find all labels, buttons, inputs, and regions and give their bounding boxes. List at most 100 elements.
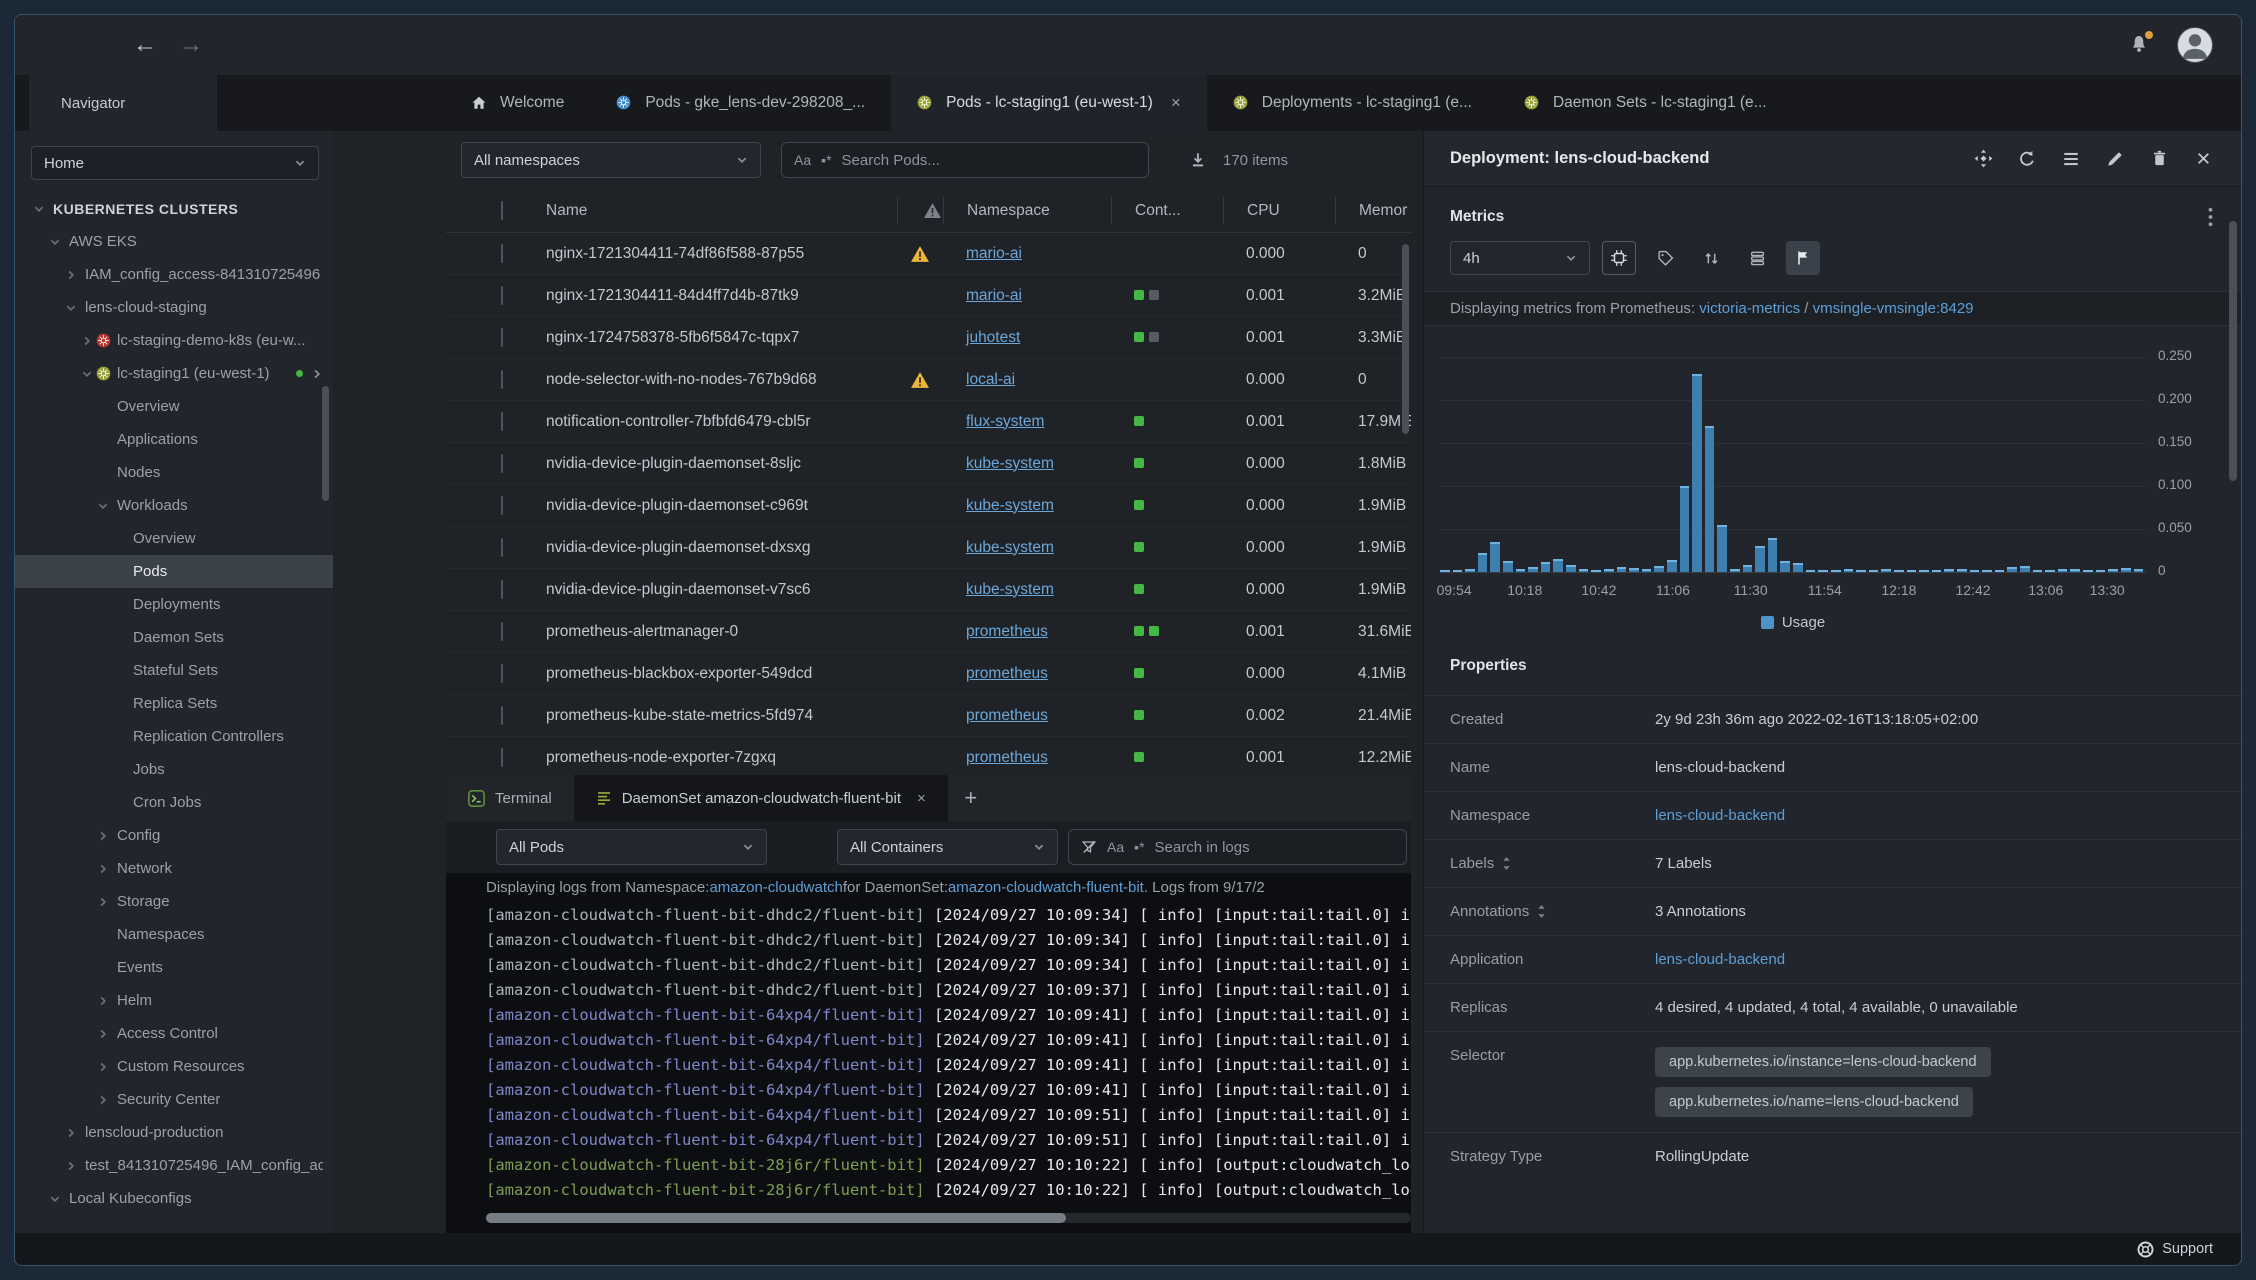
sidebar-item-lenscloud-production[interactable]: lenscloud-production [15, 1116, 333, 1149]
chevron-right-icon[interactable] [63, 1158, 79, 1174]
table-row[interactable]: prometheus-node-exporter-7zgxq prometheus… [446, 737, 1411, 775]
sidebar-item-config[interactable]: Config [15, 819, 333, 852]
memory-metric-button[interactable] [1648, 241, 1682, 275]
sidebar-item-storage[interactable]: Storage [15, 885, 333, 918]
chevron-down-icon[interactable] [31, 201, 47, 217]
sidebar-item-test-841310725496-iam-config-access[interactable]: test_841310725496_IAM_config_access [15, 1149, 333, 1182]
sidebar-item-overview[interactable]: Overview [15, 390, 333, 423]
sidebar-item-security-center[interactable]: Security Center [15, 1083, 333, 1116]
sidebar-scrollbar[interactable] [322, 386, 329, 501]
inline-link[interactable]: vmsingle-vmsingle:8429 [1813, 300, 1974, 317]
pods-search-input[interactable] [841, 151, 1136, 169]
sidebar-item-lc-staging-demo-k8s-eu-w[interactable]: lc-staging-demo-k8s (eu-w... [15, 324, 333, 357]
table-row[interactable]: nginx-1721304411-74df86f588-87p55 mario-a… [446, 233, 1411, 275]
download-icon[interactable] [1189, 151, 1207, 169]
home-select[interactable]: Home [31, 146, 319, 180]
sidebar-item-custom-resources[interactable]: Custom Resources [15, 1050, 333, 1083]
notifications-bell-icon[interactable] [2129, 31, 2153, 56]
menu-icon[interactable] [2061, 149, 2081, 169]
kebab-menu-icon[interactable] [2208, 207, 2213, 227]
log-search-input[interactable] [1154, 838, 1394, 856]
table-row[interactable]: nvidia-device-plugin-daemonset-8sljc kube… [446, 443, 1411, 485]
filter-off-icon[interactable] [1081, 839, 1097, 855]
inline-link[interactable]: amazon-cloudwatch-fluent-bit [948, 879, 1144, 896]
support-button[interactable]: Support [2137, 1241, 2213, 1258]
regex-icon[interactable]: ▪* [1134, 839, 1144, 855]
chevron-right-icon[interactable] [63, 267, 79, 283]
log-search[interactable]: Aa ▪* [1068, 829, 1407, 865]
namespace-link[interactable]: kube-system [966, 455, 1054, 472]
sidebar-item-helm[interactable]: Helm [15, 984, 333, 1017]
navigator-tab[interactable]: Navigator [29, 75, 217, 131]
sidebar-item-jobs[interactable]: Jobs [15, 753, 333, 786]
sidebar-item-replica-sets[interactable]: Replica Sets [15, 687, 333, 720]
tab-deployments-lc-staging1-e[interactable]: Deployments - lc-staging1 (e... [1207, 75, 1498, 131]
tab-pods-lc-staging1-eu-west-1[interactable]: Pods - lc-staging1 (eu-west-1) × [891, 75, 1207, 131]
namespace-link[interactable]: prometheus [966, 749, 1048, 766]
table-row[interactable]: node-selector-with-no-nodes-767b9d68 loca… [446, 359, 1411, 401]
row-checkbox[interactable] [501, 411, 503, 431]
flag-button[interactable] [1786, 241, 1820, 275]
table-row[interactable]: nginx-1724758378-5fb6f5847c-tqpx7 juhotes… [446, 317, 1411, 359]
row-checkbox[interactable] [501, 621, 503, 641]
inline-link[interactable]: amazon-cloudwatch [709, 879, 842, 896]
table-row[interactable]: prometheus-alertmanager-0 prometheus 0.001… [446, 611, 1411, 653]
inline-link[interactable]: victoria-metrics [1699, 300, 1800, 317]
namespace-link[interactable]: mario-ai [966, 245, 1022, 262]
regex-icon[interactable]: ▪* [821, 152, 831, 168]
chevron-down-icon[interactable] [47, 234, 63, 250]
column-name[interactable]: Name [531, 197, 897, 225]
row-checkbox[interactable] [501, 453, 503, 473]
namespace-select[interactable]: All namespaces [461, 142, 761, 178]
property-value[interactable]: lens-cloud-backend [1655, 807, 1785, 824]
namespace-link[interactable]: kube-system [966, 581, 1054, 598]
chevron-right-icon[interactable] [79, 333, 95, 349]
sidebar-item-access-control[interactable]: Access Control [15, 1017, 333, 1050]
row-checkbox[interactable] [501, 285, 503, 305]
namespace-link[interactable]: kube-system [966, 497, 1054, 514]
new-dock-tab-button[interactable]: + [948, 775, 994, 821]
sidebar-item-overview[interactable]: Overview [15, 522, 333, 555]
row-checkbox[interactable] [501, 747, 503, 767]
refresh-icon[interactable] [2017, 149, 2037, 169]
sidebar-item-pods[interactable]: Pods [15, 555, 333, 588]
sidebar-item-replication-controllers[interactable]: Replication Controllers [15, 720, 333, 753]
chevron-down-icon[interactable] [95, 498, 111, 514]
match-case-icon[interactable]: Aa [1107, 839, 1124, 855]
sort-button[interactable] [1694, 241, 1728, 275]
log-containers-select[interactable]: All Containers [837, 829, 1058, 865]
namespace-link[interactable]: local-ai [966, 371, 1015, 388]
forward-arrow-icon[interactable]: → [179, 33, 203, 57]
chart-legend[interactable]: Usage [1440, 604, 2146, 637]
table-row[interactable]: notification-controller-7bfbfd6479-cbl5r… [446, 401, 1411, 443]
sidebar-item-network[interactable]: Network [15, 852, 333, 885]
namespace-link[interactable]: prometheus [966, 623, 1048, 640]
select-all-checkbox[interactable] [501, 200, 503, 220]
pods-search[interactable]: Aa ▪* [781, 142, 1149, 178]
chevron-right-icon[interactable] [95, 828, 111, 844]
back-arrow-icon[interactable]: ← [133, 33, 157, 57]
close-icon[interactable]: × [917, 790, 926, 807]
log-pods-select[interactable]: All Pods [496, 829, 767, 865]
chevron-right-icon[interactable] [95, 1026, 111, 1042]
sidebar-item-applications[interactable]: Applications [15, 423, 333, 456]
sidebar-item-local-kubeconfigs[interactable]: Local Kubeconfigs [15, 1182, 333, 1215]
expand-toggle-icon[interactable] [1537, 904, 1546, 919]
sidebar-item-kubernetes-clusters[interactable]: KUBERNETES CLUSTERS [15, 192, 333, 225]
sidebar-item-deployments[interactable]: Deployments [15, 588, 333, 621]
column-cpu[interactable]: CPU [1223, 196, 1335, 225]
chevron-right-icon[interactable] [63, 1125, 79, 1141]
sidebar-item-workloads[interactable]: Workloads [15, 489, 333, 522]
row-checkbox[interactable] [501, 579, 503, 599]
chevron-down-icon[interactable] [79, 366, 95, 382]
logs-tab[interactable]: DaemonSet amazon-cloudwatch-fluent-bit × [573, 775, 948, 821]
sidebar-item-aws-eks[interactable]: AWS EKS [15, 225, 333, 258]
avatar[interactable] [2177, 27, 2213, 63]
namespace-link[interactable]: flux-system [966, 413, 1044, 430]
terminal-tab[interactable]: Terminal [446, 775, 574, 821]
column-memory[interactable]: Memor [1335, 196, 1411, 225]
table-row[interactable]: nvidia-device-plugin-daemonset-v7sc6 kube… [446, 569, 1411, 611]
row-checkbox[interactable] [501, 495, 503, 515]
tab-daemon-sets-lc-staging1-e[interactable]: Daemon Sets - lc-staging1 (e... [1498, 75, 1793, 131]
chevron-right-icon[interactable] [95, 1092, 111, 1108]
